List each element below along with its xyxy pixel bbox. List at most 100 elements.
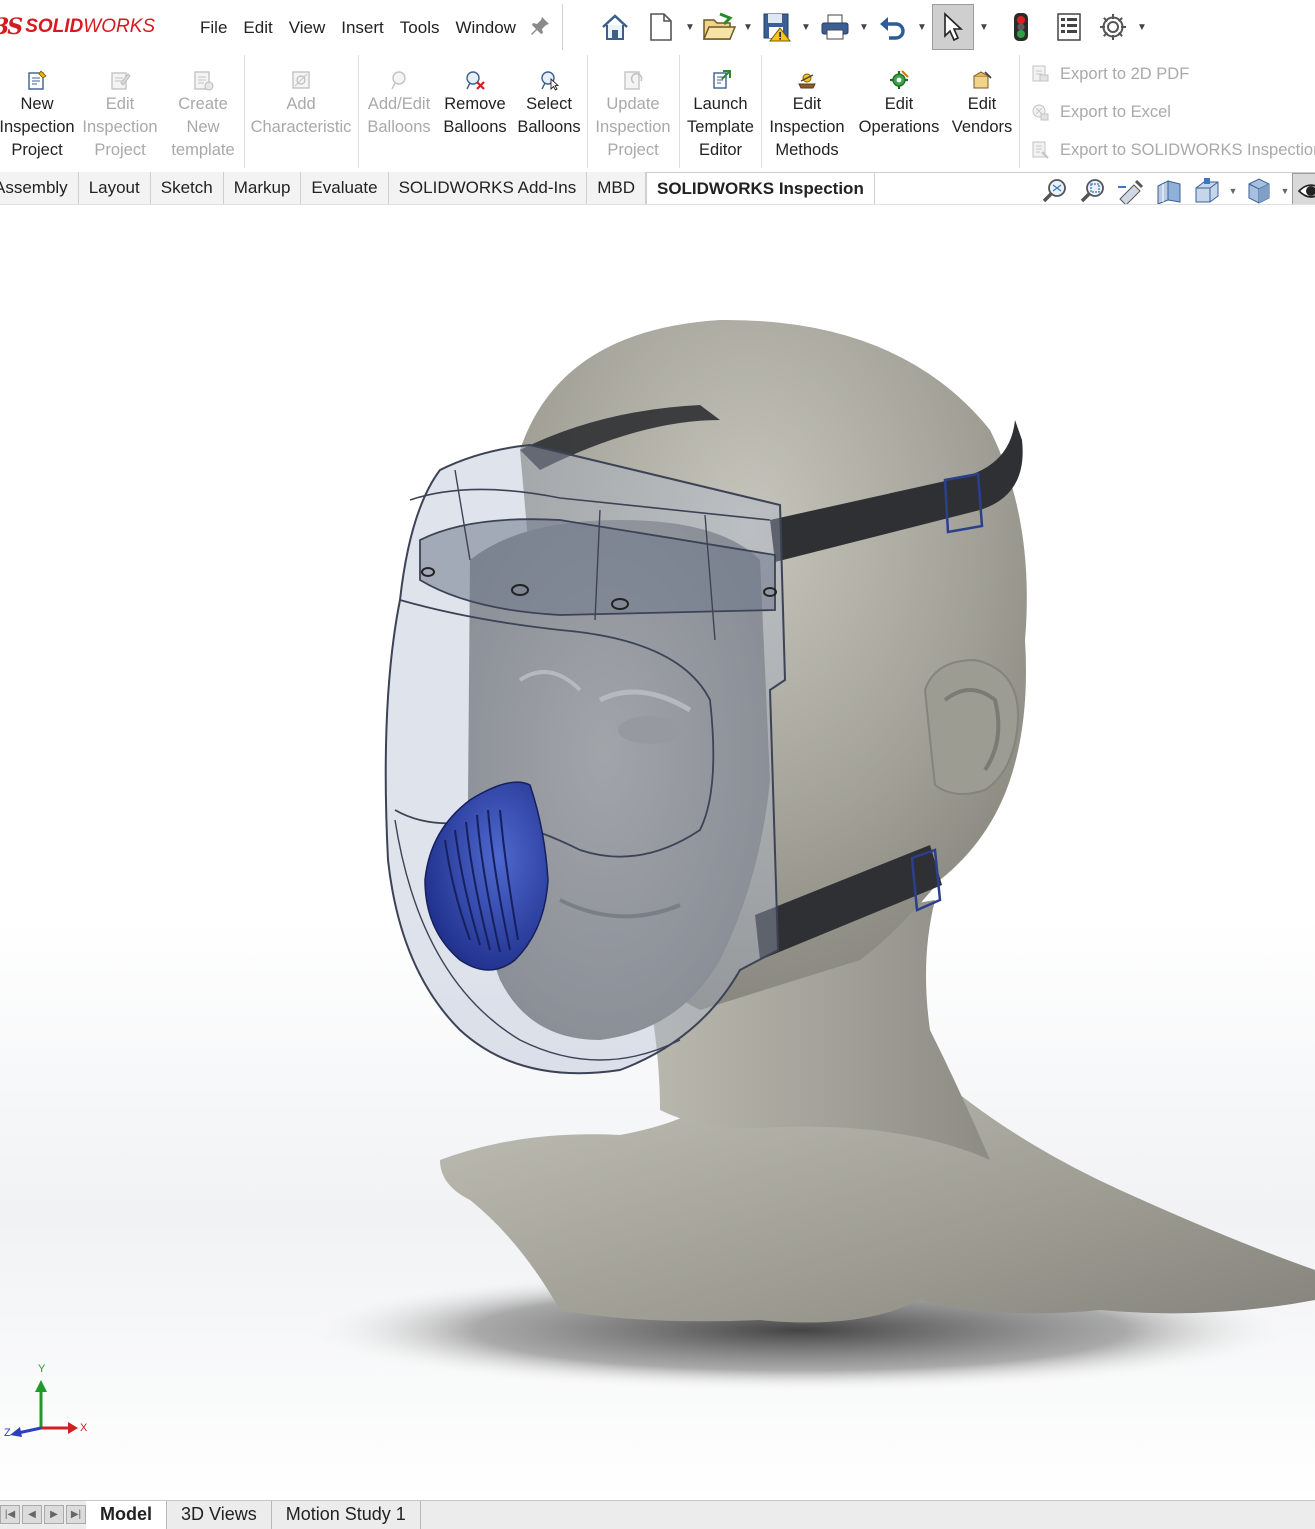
tab-layout[interactable]: Layout	[78, 172, 151, 205]
display-style-dropdown-icon[interactable]: ▼	[1278, 186, 1292, 196]
tab-assembly[interactable]: Assembly	[0, 172, 79, 205]
open-dropdown-icon[interactable]: ▼	[738, 7, 758, 47]
update-inspection-project-label-2: Inspection	[595, 118, 671, 136]
create-template-icon	[194, 71, 214, 91]
solidworks-logo[interactable]: 3S SOLIDWORKS	[0, 12, 155, 42]
print-icon[interactable]	[816, 7, 854, 47]
undo-icon[interactable]	[874, 7, 912, 47]
last-tab-arrow-icon[interactable]: ▶|	[66, 1505, 86, 1524]
edit-vendors-label-1: Edit	[967, 95, 997, 113]
select-balloons-button[interactable]: Select Balloons	[514, 69, 584, 139]
tab-scroll-arrows: |◀ ◀ ▶ ▶|	[0, 1505, 86, 1524]
export-excel-button[interactable]: Export to Excel	[1030, 102, 1171, 122]
ribbon-separator-4	[679, 55, 680, 168]
tab-motion-study-1[interactable]: Motion Study 1	[272, 1501, 421, 1529]
select-cursor-icon[interactable]	[932, 4, 974, 50]
add-characteristic-label-2: Characteristic	[250, 118, 352, 136]
new-dropdown-icon[interactable]: ▼	[680, 7, 700, 47]
edit-inspection-methods-label-2: Inspection	[769, 118, 845, 136]
ribbon-separator-6	[1019, 55, 1020, 168]
menu-insert[interactable]: Insert	[333, 16, 392, 40]
new-inspection-project-button[interactable]: New Inspection Project	[0, 69, 80, 162]
edit-vendors-button[interactable]: Edit Vendors	[948, 69, 1016, 139]
model-viewport[interactable]: Y X Z	[0, 205, 1315, 1500]
save-dropdown-icon[interactable]: ▼	[796, 7, 816, 47]
remove-balloons-button[interactable]: Remove Balloons	[440, 69, 510, 139]
edit-inspection-project-label-3: Project	[94, 141, 146, 159]
export-solidworks-inspection-button[interactable]: Export to SOLIDWORKS Inspection	[1030, 140, 1315, 160]
home-icon[interactable]	[596, 7, 634, 47]
select-balloons-label-2: Balloons	[517, 118, 581, 136]
tab-markup[interactable]: Markup	[223, 172, 302, 205]
menu-edit[interactable]: Edit	[235, 16, 280, 40]
tab-sketch[interactable]: Sketch	[150, 172, 224, 205]
edit-inspection-methods-label-1: Edit	[792, 95, 822, 113]
ribbon-separator-1	[244, 55, 245, 168]
export-pdf-icon	[1032, 65, 1049, 82]
menu-file[interactable]: File	[192, 16, 235, 40]
edit-inspection-project-button[interactable]: Edit Inspection Project	[78, 69, 162, 162]
launch-template-editor-label-3: Editor	[698, 141, 743, 159]
new-inspection-project-label-1: New	[20, 95, 54, 113]
launch-template-editor-label-2: Template	[687, 118, 754, 136]
first-tab-arrow-icon[interactable]: |◀	[0, 1505, 20, 1524]
launch-template-editor-button[interactable]: Launch Template Editor	[683, 69, 758, 162]
new-inspection-project-label-3: Project	[11, 141, 63, 159]
graphics-area[interactable]: Y X Z	[0, 205, 1315, 1500]
edit-operations-label-2: Operations	[858, 118, 940, 136]
rebuild-traffic-light-icon[interactable]	[1002, 7, 1040, 47]
tab-evaluate[interactable]: Evaluate	[301, 172, 389, 205]
open-folder-icon[interactable]	[700, 7, 738, 47]
model-view-tabs: Model 3D Views Motion Study 1	[86, 1501, 421, 1529]
edit-operations-button[interactable]: Edit Operations	[854, 69, 944, 139]
tab-solidworks-add-ins[interactable]: SOLIDWORKS Add-Ins	[388, 172, 588, 205]
new-project-icon	[28, 70, 47, 90]
create-new-template-label-1: Create	[178, 95, 228, 113]
remove-balloons-label-2: Balloons	[443, 118, 507, 136]
add-edit-balloons-button[interactable]: Add/Edit Balloons	[362, 69, 436, 139]
menu-view[interactable]: View	[281, 16, 334, 40]
previous-tab-arrow-icon[interactable]: ◀	[22, 1505, 42, 1524]
ribbon-separator-5	[761, 55, 762, 168]
add-edit-balloons-label-1: Add/Edit	[367, 95, 431, 113]
print-dropdown-icon[interactable]: ▼	[854, 7, 874, 47]
pin-menu-icon[interactable]	[528, 14, 552, 38]
edit-vendors-label-2: Vendors	[951, 118, 1013, 136]
edit-project-icon	[111, 72, 131, 90]
menu-tools[interactable]: Tools	[392, 16, 448, 40]
tab-solidworks-inspection[interactable]: SOLIDWORKS Inspection	[645, 172, 875, 207]
tab-mbd[interactable]: MBD	[587, 172, 646, 205]
edit-inspection-project-label-1: Edit	[105, 95, 135, 113]
next-tab-arrow-icon[interactable]: ▶	[44, 1505, 64, 1524]
edit-inspection-methods-button[interactable]: Edit Inspection Methods	[765, 69, 849, 162]
select-dropdown-icon[interactable]: ▼	[974, 7, 994, 47]
options-dropdown-icon[interactable]: ▼	[1132, 7, 1152, 47]
inspection-methods-icon	[798, 73, 816, 89]
new-document-icon[interactable]	[642, 7, 680, 47]
file-properties-icon[interactable]	[1050, 7, 1088, 47]
tab-model[interactable]: Model	[86, 1501, 167, 1529]
edit-inspection-methods-label-3: Methods	[775, 141, 839, 159]
tab-3d-views[interactable]: 3D Views	[167, 1501, 272, 1529]
remove-balloons-label-1: Remove	[444, 95, 506, 113]
undo-dropdown-icon[interactable]: ▼	[912, 7, 932, 47]
operations-gear-icon	[890, 70, 909, 89]
command-manager-tabs: Assembly Layout Sketch Markup Evaluate S…	[0, 172, 875, 207]
options-gear-icon[interactable]	[1094, 7, 1132, 47]
ds-logo-mark: 3S	[0, 14, 23, 40]
update-inspection-project-button[interactable]: Update Inspection Project	[591, 69, 675, 162]
view-orientation-dropdown-icon[interactable]: ▼	[1226, 186, 1240, 196]
logo-text-light: WORKS	[83, 16, 156, 37]
triad-z-label: Z	[4, 1427, 11, 1439]
export-2d-pdf-button[interactable]: Export to 2D PDF	[1030, 64, 1189, 84]
save-warning-icon[interactable]	[758, 7, 796, 47]
logo-text-bold: SOLID	[25, 16, 84, 37]
create-new-template-label-3: template	[171, 141, 235, 159]
title-bar: 3S SOLIDWORKS File Edit View Insert Tool…	[0, 0, 1315, 56]
export-solidworks-inspection-label: Export to SOLIDWORKS Inspection	[1060, 140, 1315, 159]
ribbon-separator-3	[587, 55, 588, 168]
menu-window[interactable]: Window	[447, 16, 523, 40]
create-new-template-label-2: New	[186, 118, 220, 136]
create-new-template-button[interactable]: Create New template	[164, 69, 242, 162]
add-characteristic-button[interactable]: Add Characteristic	[248, 69, 354, 139]
